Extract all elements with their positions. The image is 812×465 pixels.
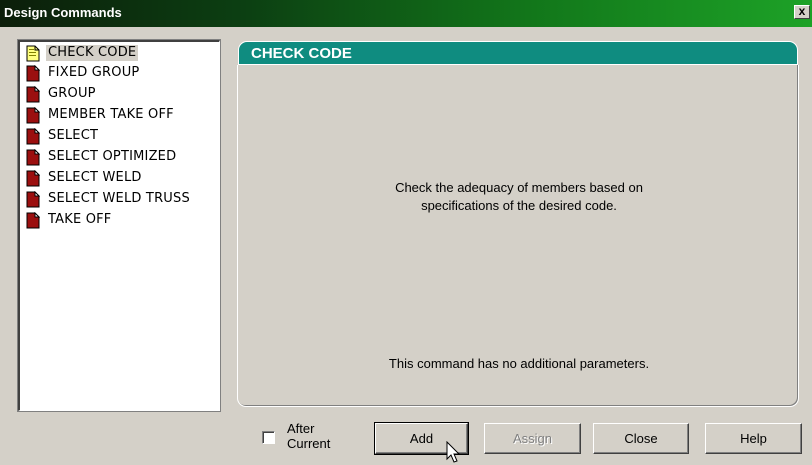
close-window-button[interactable]: x xyxy=(794,5,810,19)
no-parameters-text: This command has no additional parameter… xyxy=(388,356,650,371)
document-icon xyxy=(26,86,40,103)
list-item-select-optimized[interactable]: SELECT OPTIMIZED xyxy=(26,148,216,167)
document-icon xyxy=(26,149,40,166)
document-icon xyxy=(26,65,40,82)
list-item-label: SELECT WELD TRUSS xyxy=(48,191,190,206)
close-button-label: Close xyxy=(624,431,658,446)
list-item-label: CHECK CODE xyxy=(46,45,139,61)
command-panel-header: CHECK CODE xyxy=(238,41,798,65)
help-button-label: Help xyxy=(740,431,767,446)
help-button[interactable]: Help xyxy=(705,423,802,454)
assign-button[interactable]: Assign xyxy=(484,423,581,454)
mouse-pointer-icon xyxy=(446,441,461,463)
close-button[interactable]: Close xyxy=(593,423,689,454)
after-current-checkbox[interactable] xyxy=(262,431,275,444)
list-item-fixed-group[interactable]: FIXED GROUP xyxy=(26,64,216,83)
document-icon-selected xyxy=(26,45,40,62)
add-button-label: Add xyxy=(409,431,434,446)
list-item-select-weld[interactable]: SELECT WELD xyxy=(26,169,216,188)
list-item-label: TAKE OFF xyxy=(48,212,112,227)
list-item-label: SELECT WELD xyxy=(48,170,142,185)
command-list[interactable]: CHECK CODE FIXED GROUP GROUP MEMBER TAKE… xyxy=(17,39,221,412)
document-icon xyxy=(26,107,40,124)
design-commands-dialog: Design Commands x CHECK CODE FIXED GROUP xyxy=(0,0,812,464)
list-item-label: FIXED GROUP xyxy=(48,65,140,80)
after-current-label-line: After xyxy=(287,421,315,436)
list-item-label: GROUP xyxy=(48,86,96,101)
list-item-select[interactable]: SELECT xyxy=(26,127,216,146)
document-icon xyxy=(26,128,40,145)
command-panel-title: CHECK CODE xyxy=(251,45,352,62)
title-bar[interactable]: Design Commands x xyxy=(0,0,812,27)
list-item-member-take-off[interactable]: MEMBER TAKE OFF xyxy=(26,106,216,125)
list-item-group[interactable]: GROUP xyxy=(26,85,216,104)
description-line: specifications of the desired code. xyxy=(421,198,617,213)
list-item-take-off[interactable]: TAKE OFF xyxy=(26,211,216,230)
assign-button-label: Assign xyxy=(512,431,553,446)
list-item-check-code[interactable]: CHECK CODE xyxy=(26,44,216,63)
list-item-label: MEMBER TAKE OFF xyxy=(48,107,174,122)
list-item-label: SELECT OPTIMIZED xyxy=(48,149,177,164)
document-icon xyxy=(26,212,40,229)
list-item-label: SELECT xyxy=(48,128,99,143)
list-item-select-weld-truss[interactable]: SELECT WELD TRUSS xyxy=(26,190,216,209)
description-line: Check the adequacy of members based on xyxy=(395,180,643,195)
close-icon: x xyxy=(798,4,806,18)
command-description: Check the adequacy of members based on s… xyxy=(238,179,800,215)
after-current-label[interactable]: After Current xyxy=(287,421,330,451)
command-panel-body: Check the adequacy of members based on s… xyxy=(237,65,799,407)
after-current-label-line: Current xyxy=(287,436,331,451)
document-icon xyxy=(26,170,40,187)
window-title: Design Commands xyxy=(4,5,122,20)
document-icon xyxy=(26,191,40,208)
